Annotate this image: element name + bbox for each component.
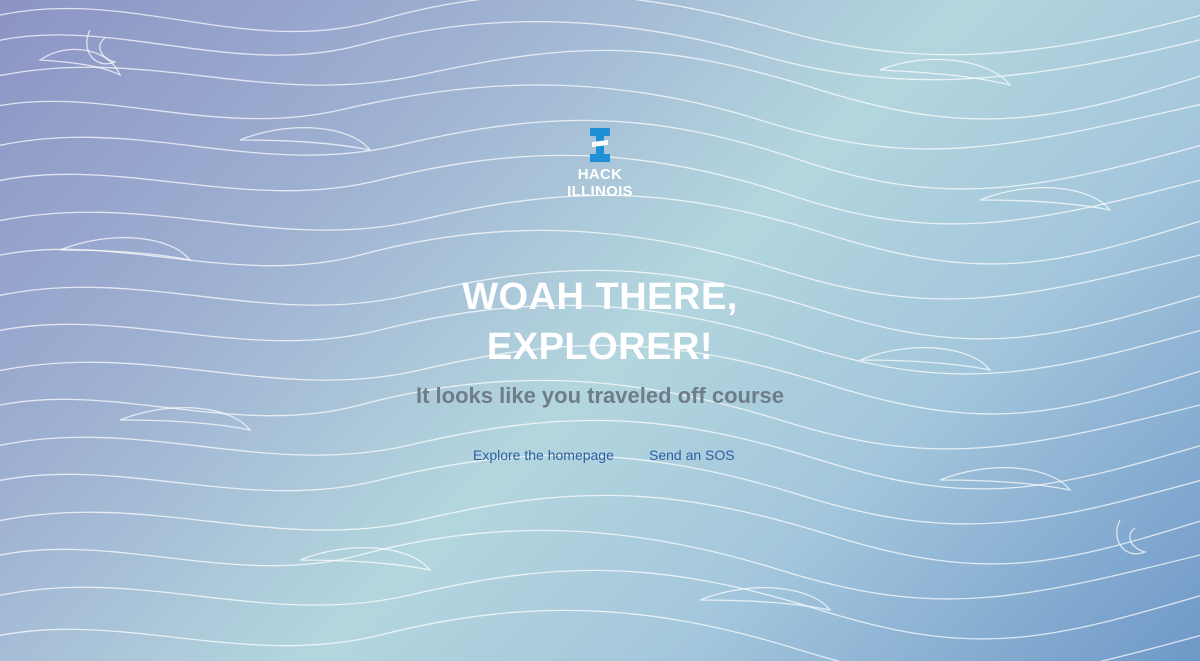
page-subheadline: It looks like you traveled off course [416,383,784,408]
page-content: HACK ILLINOIS WOAH THERE, EXPLORER! It l… [0,0,1200,661]
illinois-i-icon [590,128,610,162]
hackillinois-logo[interactable]: HACK ILLINOIS [550,128,650,204]
logo-text-line2: ILLINOIS [567,183,633,200]
page-headline: WOAH THERE, EXPLORER! [300,272,900,372]
send-sos-link[interactable]: Send an SOS [649,446,735,464]
headline-line2: EXPLORER! [486,326,714,368]
headline-line1: WOAH THERE, [462,276,738,318]
logo-text-line1: HACK [577,166,623,183]
explore-homepage-link[interactable]: Explore the homepage [473,446,614,464]
